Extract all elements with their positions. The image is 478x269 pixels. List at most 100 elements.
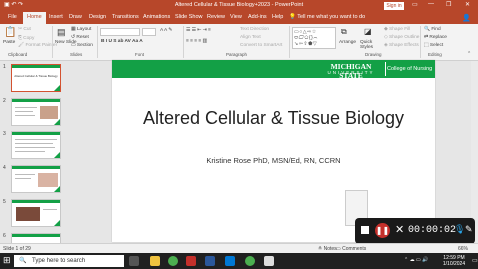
outlook-icon[interactable] [225,256,235,266]
thumb-number: 1 [3,64,6,70]
tab-review[interactable]: Review [207,14,225,20]
replace-button[interactable]: ⇄ Replace [424,35,447,40]
recording-toolbar: ❚❚ ✕ 00:00:02 🎙 ✎ [355,218,475,244]
paste-icon[interactable]: 📋 [4,27,16,38]
ribbon-display-icon[interactable]: ▭ [412,1,418,8]
thumb-line [15,178,31,179]
shape-effects-button[interactable]: ◈ Shape Effects [384,43,419,48]
word-icon[interactable] [205,256,215,266]
collapse-ribbon-icon[interactable]: ⌃ [467,52,471,57]
vertical-scrollbar[interactable] [471,61,478,243]
convert-smartart-button[interactable]: Convert to SmartArt [240,43,282,48]
arrange-button[interactable]: Arrange [339,40,356,45]
paste-button[interactable]: Paste [3,40,15,45]
tab-add-ins[interactable]: Add-ins [248,14,267,20]
maximize-icon[interactable]: ❐ [446,1,451,8]
chrome-icon[interactable] [168,256,178,266]
align-buttons[interactable]: ≡ ≡ ≡ ≡ ▥ [186,39,207,44]
slide-thumbnail-3[interactable] [11,131,61,159]
notes-button[interactable]: ≙ Notes [318,246,337,252]
file-explorer-icon[interactable] [150,256,160,266]
tab-draw[interactable]: Draw [69,14,82,20]
app-icon[interactable] [264,256,274,266]
notification-icon[interactable]: ▭ [472,257,478,264]
shape-outline-button[interactable]: ◇ Shape Outline [384,35,419,40]
layout-label: Layout [76,27,92,32]
select-button[interactable]: ⬚ Select [424,43,443,48]
pen-icon[interactable]: ✎ [465,224,473,235]
shape-fill-button[interactable]: ◆ Shape Fill [384,27,410,32]
group-paragraph: Paragraph [226,52,248,57]
windows-start-icon[interactable]: ⊞ [3,255,11,266]
text-direction-button[interactable]: Text Direction [240,27,269,32]
list-buttons[interactable]: ☰ ☰ ⇤ ⇥ ≡ [186,28,211,33]
tell-me-search[interactable]: 💡 Tell me what you want to do [289,14,365,20]
system-tray-icons[interactable]: ⌃ ☁ ▭ 🔊 [404,257,428,263]
ribbon-tabs: File Home Insert Draw Design Transitions… [0,11,478,24]
section-button[interactable]: ▭ Section [71,43,93,48]
tab-insert[interactable]: Insert [49,14,63,20]
close-icon[interactable]: ✕ [465,1,470,8]
tab-design[interactable]: Design [89,14,106,20]
slide-subtitle[interactable]: Kristine Rose PhD, MSN/Ed, RN, CCRN [142,156,405,165]
slide-thumbnail-2[interactable] [11,98,61,126]
font-size-box[interactable] [142,28,156,36]
slide-canvas[interactable]: MICHIGAN STATE UNIVERSITY College of Nur… [112,60,435,242]
quick-styles-button[interactable]: Quick Styles [360,40,382,50]
stop-icon[interactable] [361,226,369,234]
font-format-buttons[interactable]: B I U S ab AV Aa A [101,39,143,44]
tab-home[interactable]: Home [23,12,46,24]
group-drawing: Drawing [365,52,382,57]
taskbar-clock[interactable]: 12:59 PM 1/10/2024 [438,255,470,267]
cut-button[interactable]: ✂ Cut [18,27,31,32]
tab-slide-show[interactable]: Slide Show [175,14,203,20]
slide-thumbnail-6[interactable] [11,233,61,243]
thumb-number: 5 [3,199,6,205]
tab-help[interactable]: Help [272,14,283,20]
slide-thumbnail-5[interactable] [11,199,61,227]
quick-styles-icon[interactable]: ◪ [364,27,372,36]
slide-thumbnail-4[interactable] [11,165,61,193]
comments-label: Comments [342,246,367,252]
slide-thumbnail-1[interactable]: Altered Cellular & Tissue Biology [11,64,61,92]
reset-button[interactable]: ↺ Reset [71,35,89,40]
cut-label: Cut [23,27,31,32]
font-size-buttons[interactable]: A A ✎ [160,28,172,33]
microphone-icon[interactable]: 🎙 [454,224,465,235]
thumb-number: 4 [3,165,6,171]
group-clipboard: Clipboard [8,52,28,57]
zoom-level[interactable]: 66% [458,246,468,252]
sign-in-button[interactable]: Sign in [384,1,404,10]
tab-transitions[interactable]: Transitions [112,14,139,20]
thumb-number: 2 [3,98,6,104]
pause-icon[interactable]: ❚❚ [375,223,390,238]
shapes-gallery[interactable]: ▭○△⇨☆ ⬭▱⬠{}⌒ ↘⇦⇧⬟▽ [292,27,336,49]
comments-button[interactable]: ▭ Comments [336,246,366,252]
thumb-corner [54,186,60,192]
find-button[interactable]: 🔍 Find [424,27,441,32]
divider [385,62,386,76]
taskbar-search-input[interactable]: 🔍 Type here to search [14,255,124,267]
cancel-recording-icon[interactable]: ✕ [395,223,404,236]
reset-label: Reset [76,35,89,40]
minimize-icon[interactable]: — [428,1,434,7]
powerpoint-taskbar-icon[interactable] [186,256,196,266]
share-icon[interactable]: 👤 [462,14,471,22]
tab-view[interactable]: View [230,14,242,20]
recording-timer: 00:00:02 [408,225,457,236]
task-view-icon[interactable] [129,256,139,266]
chrome-icon-2[interactable] [245,256,255,266]
thumb-header-bar [12,99,60,102]
copy-button[interactable]: ⎘ Copy [18,35,34,41]
font-name-box[interactable] [100,28,140,36]
slide-count: Slide 1 of 29 [3,246,31,252]
layout-button[interactable]: ▦ Layout [71,27,91,32]
tab-animations[interactable]: Animations [143,14,170,20]
tab-file[interactable]: File [8,14,17,20]
thumb-line [15,151,45,152]
thumb-line [15,139,57,140]
slide-title[interactable]: Altered Cellular & Tissue Biology [142,107,405,129]
new-slide-icon[interactable]: ▤ [57,27,66,38]
align-text-button[interactable]: Align Text [240,35,261,40]
arrange-icon[interactable]: ⧉ [341,27,347,37]
